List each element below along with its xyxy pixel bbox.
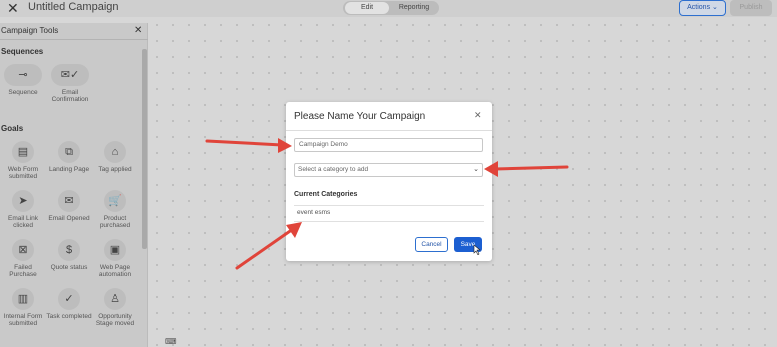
tool-sequence[interactable]: ⊸ Sequence bbox=[0, 64, 46, 96]
tool-opportunity-stage[interactable]: ♙ Opportunity Stage moved bbox=[92, 288, 138, 327]
sequences-heading: Sequences bbox=[1, 47, 44, 56]
email-opened-icon: ✉ bbox=[58, 190, 80, 212]
tool-task-completed[interactable]: ✓ Task completed bbox=[46, 288, 92, 320]
tool-label: Web Page automation bbox=[98, 264, 132, 278]
tool-label: Failed Purchase bbox=[9, 264, 37, 278]
opportunity-icon: ♙ bbox=[104, 288, 126, 310]
internal-form-icon: ▥ bbox=[12, 288, 34, 310]
name-campaign-dialog: Please Name Your Campaign ✕ Campaign Dem… bbox=[286, 102, 492, 261]
close-icon[interactable]: ✕ bbox=[7, 1, 19, 15]
actions-button[interactable]: Actions ⌄ bbox=[679, 0, 726, 16]
tab-reporting[interactable]: Reporting bbox=[391, 2, 437, 14]
tool-label: Landing Page bbox=[48, 166, 90, 173]
tool-web-form[interactable]: ▤ Web Form submitted bbox=[0, 141, 46, 180]
mode-switch: Edit Reporting bbox=[343, 1, 439, 15]
cursor-icon: ➤ bbox=[12, 190, 34, 212]
cancel-button[interactable]: Cancel bbox=[415, 237, 448, 252]
sequence-icon: ⊸ bbox=[4, 64, 42, 86]
cart-icon: 🛒 bbox=[104, 190, 126, 212]
dialog-title: Please Name Your Campaign bbox=[294, 111, 426, 122]
tool-label: Email Link clicked bbox=[8, 215, 38, 229]
tool-internal-form[interactable]: ▥ Internal Form submitted bbox=[0, 288, 46, 327]
tool-product-purchased[interactable]: 🛒 Product purchased bbox=[92, 190, 138, 229]
goals-heading: Goals bbox=[1, 124, 24, 133]
tool-email-link-clicked[interactable]: ➤ Email Link clicked bbox=[0, 190, 46, 229]
campaign-tools-panel: Campaign Tools ✕ Sequences ⊸ Sequence ✉✓… bbox=[0, 23, 148, 347]
tool-failed-purchase[interactable]: ⊠ Failed Purchase bbox=[0, 239, 46, 278]
chevron-down-icon: ⌄ bbox=[473, 166, 479, 173]
divider bbox=[0, 39, 148, 40]
tool-label: Sequence bbox=[8, 89, 38, 96]
panel-scrollbar[interactable] bbox=[142, 49, 147, 249]
category-item[interactable]: event esms bbox=[297, 209, 330, 216]
tool-tag-applied[interactable]: ⌂ Tag applied bbox=[92, 141, 138, 173]
tool-label: Task completed bbox=[46, 313, 92, 320]
tool-email-opened[interactable]: ✉ Email Opened bbox=[46, 190, 92, 222]
campaign-title[interactable]: Untitled Campaign bbox=[28, 1, 119, 13]
check-icon: ✓ bbox=[58, 288, 80, 310]
current-categories-label: Current Categories bbox=[294, 191, 358, 198]
category-select[interactable]: Select a category to add ⌄ bbox=[294, 163, 483, 177]
tool-label: Email Confirmation bbox=[51, 89, 89, 103]
tab-edit[interactable]: Edit bbox=[345, 2, 389, 14]
tool-label: Email Opened bbox=[48, 215, 90, 222]
category-placeholder: Select a category to add bbox=[298, 166, 369, 173]
publish-button[interactable]: Publish bbox=[730, 0, 772, 16]
tool-label: Opportunity Stage moved bbox=[95, 313, 135, 327]
close-panel-icon[interactable]: ✕ bbox=[134, 25, 142, 36]
tool-label: Web Form submitted bbox=[7, 166, 39, 180]
dollar-icon: $ bbox=[58, 239, 80, 261]
tag-icon: ⌂ bbox=[104, 141, 126, 163]
failed-purchase-icon: ⊠ bbox=[12, 239, 34, 261]
tool-label: Product purchased bbox=[99, 215, 131, 229]
web-form-icon: ▤ bbox=[12, 141, 34, 163]
mouse-pointer-icon bbox=[473, 245, 481, 255]
tool-label: Internal Form submitted bbox=[3, 313, 43, 327]
close-icon[interactable]: ✕ bbox=[474, 110, 482, 121]
panel-title: Campaign Tools bbox=[1, 26, 59, 35]
divider bbox=[286, 130, 492, 131]
tool-email-confirmation[interactable]: ✉✓ Email Confirmation bbox=[47, 64, 93, 103]
email-confirmation-icon: ✉✓ bbox=[51, 64, 89, 86]
campaign-name-input[interactable]: Campaign Demo bbox=[294, 138, 483, 152]
landing-page-icon: ⧉ bbox=[58, 141, 80, 163]
tool-landing-page[interactable]: ⧉ Landing Page bbox=[46, 141, 92, 173]
divider bbox=[294, 221, 484, 222]
tool-web-page-automation[interactable]: ▣ Web Page automation bbox=[92, 239, 138, 278]
web-page-icon: ▣ bbox=[104, 239, 126, 261]
keyboard-icon[interactable]: ⌨ bbox=[165, 337, 177, 346]
tool-quote-status[interactable]: $ Quote status bbox=[46, 239, 92, 271]
tool-label: Tag applied bbox=[98, 166, 132, 173]
top-bar: ✕ Untitled Campaign Edit Reporting Actio… bbox=[0, 0, 777, 17]
tool-label: Quote status bbox=[50, 264, 88, 271]
divider bbox=[294, 205, 484, 206]
